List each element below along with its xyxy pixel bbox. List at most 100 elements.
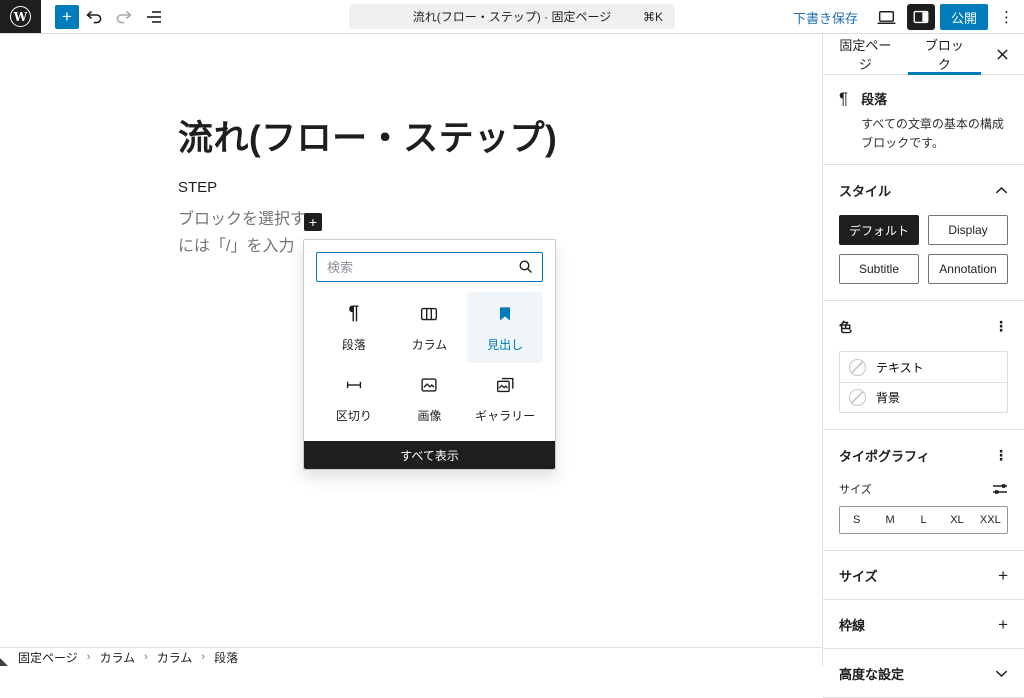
- command-k-shortcut: ⌘K: [643, 10, 663, 24]
- styles-collapse-button[interactable]: [995, 186, 1008, 195]
- undo-icon: [84, 7, 104, 27]
- style-default-button[interactable]: デフォルト: [839, 215, 919, 245]
- block-tile-label: カラム: [412, 336, 448, 353]
- tab-page[interactable]: 固定ページ: [823, 34, 908, 74]
- list-view-button[interactable]: [139, 0, 169, 33]
- settings-sidebar-toggle-button[interactable]: [907, 4, 935, 30]
- breadcrumb-separator: ›: [201, 651, 205, 663]
- font-size-l-button[interactable]: L: [907, 507, 940, 533]
- block-card: ¶ 段落 すべての文章の基本の構成ブロックです。: [823, 75, 1024, 165]
- add-block-button[interactable]: +: [55, 5, 79, 29]
- text-color-row[interactable]: テキスト: [840, 352, 1007, 382]
- dimensions-add-button[interactable]: +: [998, 567, 1008, 584]
- breadcrumb-page[interactable]: 固定ページ: [18, 649, 78, 666]
- settings-sidebar: 固定ページ ブロック ¶ 段落 すべての文章の基本の構成ブロックです。 スタイル…: [822, 34, 1024, 666]
- plus-icon: +: [62, 8, 72, 25]
- save-draft-button[interactable]: 下書き保存: [784, 8, 867, 27]
- block-card-title: 段落: [861, 89, 1008, 108]
- border-panel: 枠線 +: [823, 600, 1024, 649]
- border-panel-title: 枠線: [839, 615, 865, 634]
- document-title-label: 流れ(フロー・ステップ) · 固定ページ: [413, 8, 611, 25]
- block-type-grid: ¶ 段落 カラム 見出し 区切り: [316, 292, 543, 434]
- block-tile-label: 区切り: [336, 407, 372, 424]
- block-tile-label: 段落: [342, 336, 366, 353]
- columns-icon: [418, 303, 440, 325]
- font-size-m-button[interactable]: M: [873, 507, 906, 533]
- text-color-label: テキスト: [876, 359, 924, 376]
- font-size-xl-button[interactable]: XL: [940, 507, 973, 533]
- style-subtitle-button[interactable]: Subtitle: [839, 254, 919, 284]
- options-menu-button[interactable]: ⋮: [993, 10, 1020, 25]
- style-display-button[interactable]: Display: [928, 215, 1008, 245]
- publish-button[interactable]: 公開: [940, 4, 988, 30]
- block-tile-paragraph[interactable]: ¶ 段落: [316, 292, 392, 363]
- inline-inserter-button[interactable]: +: [304, 213, 322, 231]
- font-size-label: サイズ: [839, 481, 872, 497]
- kebab-icon: ⋮: [994, 447, 1008, 464]
- breadcrumb-columns-2[interactable]: カラム: [157, 649, 193, 666]
- dimensions-panel: サイズ +: [823, 551, 1024, 600]
- block-tile-gallery[interactable]: ギャラリー: [467, 363, 543, 434]
- kebab-icon: ⋮: [999, 9, 1014, 26]
- border-add-button[interactable]: +: [998, 616, 1008, 633]
- color-panel-title: 色: [839, 317, 852, 336]
- tab-block[interactable]: ブロック: [908, 34, 981, 74]
- typography-panel-title: タイポグラフィ: [839, 446, 930, 465]
- block-tile-image[interactable]: 画像: [392, 363, 468, 434]
- advanced-panel: 高度な設定: [823, 649, 1024, 698]
- plus-icon: +: [309, 215, 317, 229]
- block-breadcrumb-bar: 固定ページ › カラム › カラム › 段落: [0, 647, 822, 666]
- heading-bookmark-icon: [495, 303, 515, 325]
- block-tile-label: ギャラリー: [475, 407, 535, 424]
- redo-icon: [114, 7, 134, 27]
- placeholder-line-2: には「/」を入力: [178, 238, 294, 255]
- block-tile-heading[interactable]: 見出し: [467, 292, 543, 363]
- typography-options-button[interactable]: ⋮: [994, 447, 1008, 464]
- step-paragraph[interactable]: STEP: [178, 179, 217, 196]
- redo-button[interactable]: [109, 0, 139, 33]
- styles-panel: スタイル デフォルト Display Subtitle Annotation: [823, 165, 1024, 301]
- document-overview-button[interactable]: 流れ(フロー・ステップ) · 固定ページ ⌘K: [349, 4, 675, 29]
- laptop-icon: [876, 7, 897, 28]
- block-tile-columns[interactable]: カラム: [392, 292, 468, 363]
- image-icon: [418, 374, 440, 396]
- breadcrumb-separator: ›: [144, 651, 148, 663]
- paragraph-icon: ¶: [839, 89, 848, 152]
- background-color-row[interactable]: 背景: [840, 382, 1007, 412]
- sidebar-tabs: 固定ページ ブロック: [823, 34, 1024, 75]
- font-size-xxl-button[interactable]: XXL: [974, 507, 1007, 533]
- color-options-button[interactable]: ⋮: [994, 318, 1008, 335]
- breadcrumb-columns-1[interactable]: カラム: [99, 649, 135, 666]
- style-variations: デフォルト Display Subtitle Annotation: [839, 215, 1008, 284]
- block-tile-separator[interactable]: 区切り: [316, 363, 392, 434]
- background-color-label: 背景: [876, 389, 900, 406]
- list-view-icon: [144, 7, 164, 27]
- no-color-swatch-icon: [849, 359, 866, 376]
- topbar-right-group: 下書き保存 公開 ⋮: [784, 0, 1020, 34]
- separator-icon: [343, 374, 365, 396]
- wordpress-logo[interactable]: W: [0, 0, 41, 33]
- plus-icon: +: [998, 567, 1008, 584]
- top-toolbar: W + 流れ(フロー・ステップ) · 固定ページ ⌘K 下書き保存: [0, 0, 1024, 34]
- close-sidebar-button[interactable]: [981, 34, 1024, 74]
- close-icon: [996, 48, 1009, 61]
- preview-button[interactable]: [872, 1, 902, 34]
- breadcrumb-separator: ›: [87, 651, 91, 663]
- block-tile-label: 画像: [417, 407, 441, 424]
- font-size-s-button[interactable]: S: [840, 507, 873, 533]
- undo-button[interactable]: [79, 0, 109, 33]
- block-search-input[interactable]: [316, 252, 543, 282]
- empty-block-placeholder[interactable]: ブロックを選択す には「/」を入力: [178, 206, 306, 260]
- color-panel: 色 ⋮ テキスト 背景: [823, 301, 1024, 430]
- corner-resize-mark: [0, 658, 8, 666]
- wordpress-w-icon: W: [10, 6, 31, 27]
- font-size-settings-button[interactable]: [992, 482, 1008, 496]
- plus-icon: +: [998, 616, 1008, 633]
- style-annotation-button[interactable]: Annotation: [928, 254, 1008, 284]
- advanced-expand-button[interactable]: [995, 669, 1008, 678]
- gallery-icon: [494, 374, 516, 396]
- editor-canvas[interactable]: 流れ(フロー・ステップ) STEP ブロックを選択す には「/」を入力 + ¶ …: [0, 34, 822, 647]
- page-title[interactable]: 流れ(フロー・ステップ): [178, 110, 557, 161]
- block-inserter-popover: ¶ 段落 カラム 見出し 区切り: [303, 239, 556, 470]
- browse-all-button[interactable]: すべて表示: [304, 441, 555, 469]
